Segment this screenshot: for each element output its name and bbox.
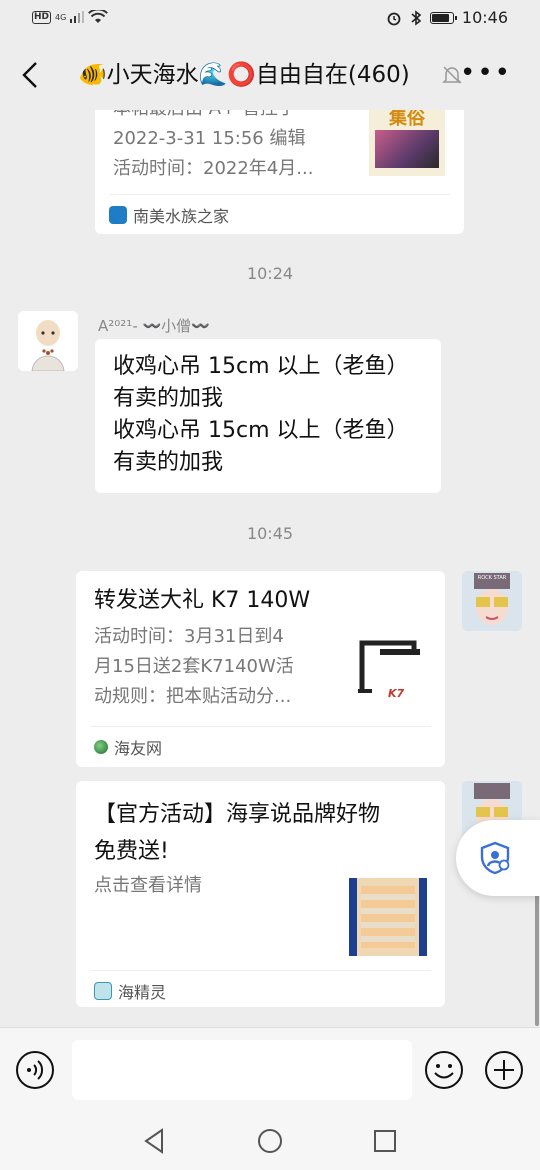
card3-desc-line-1: 活动时间：3月31日到4 (94, 626, 284, 647)
link-card-4[interactable]: 【官方活动】海享说品牌好物 免费送! 点击查看详情 海精灵 (76, 781, 445, 1007)
scrollbar[interactable] (535, 890, 539, 1026)
avatar-caption: ROCK STAR (477, 575, 507, 581)
nav-recents-icon[interactable] (370, 1126, 400, 1156)
card4-source-label: 海精灵 (118, 983, 167, 1002)
card4-source: 海精灵 (94, 979, 166, 1003)
self-avatar[interactable]: ROCK STAR (462, 571, 522, 631)
card4-divider (90, 970, 431, 971)
message-line-1: 收鸡心吊 15cm 以上（老鱼） (113, 354, 409, 379)
card3-thumb-text: K7 (388, 687, 405, 700)
alarm-icon (387, 12, 401, 25)
system-nav-bar (0, 1112, 540, 1170)
timestamp-2: 10:45 (246, 524, 294, 543)
back-arrow-icon[interactable] (18, 58, 44, 92)
card4-title-line-1: 【官方活动】海享说品牌好物 (94, 802, 381, 827)
input-bar (0, 1027, 540, 1113)
card1-divider (109, 194, 450, 195)
link-card-1[interactable]: 本帖最后由 A+ 管控于 2022-3-31 15:56 编辑 活动时间：202… (95, 110, 464, 234)
card3-divider (90, 726, 431, 727)
card1-thumb-photo (375, 130, 439, 168)
sender-name: A²⁰²¹- 〰️小僧〰️ (98, 317, 210, 335)
avatar[interactable] (18, 311, 78, 371)
card1-title-partial: 本帖最后由 A+ 管控于 (113, 110, 296, 124)
card3-desc-line-2: 月15日送2套K7140W活 (94, 656, 294, 677)
wifi-icon (88, 10, 109, 23)
card3-title: 转发送大礼 K7 140W (94, 588, 311, 613)
status-left: HD 4G (32, 10, 109, 24)
shield-user-icon (480, 841, 510, 875)
card3-thumbnail: K7 (352, 629, 430, 707)
signal-icon (70, 11, 85, 23)
source-icon (109, 206, 127, 224)
link-card-3[interactable]: 转发送大礼 K7 140W 活动时间：3月31日到4 月15日送2套K7140W… (76, 571, 445, 767)
card4-thumbnail (349, 878, 427, 956)
plus-icon[interactable] (484, 1050, 524, 1090)
status-right: 10:46 (386, 8, 508, 27)
text-message-bubble[interactable]: 收鸡心吊 15cm 以上（老鱼） 有卖的加我 收鸡心吊 15cm 以上（老鱼） … (95, 339, 441, 493)
status-time: 10:46 (461, 8, 508, 27)
floating-security-button[interactable] (456, 820, 540, 896)
status-bar: HD 4G 10:46 (0, 0, 540, 38)
card1-source: 南美水族之家 (109, 203, 229, 227)
timestamp-1: 10:24 (246, 264, 294, 283)
card1-activity-line: 活动时间：2022年4月... (113, 158, 314, 179)
card1-thumbnail: 集俗 (369, 110, 445, 176)
nav-home-icon[interactable] (255, 1126, 285, 1156)
source-icon (94, 982, 112, 1000)
monk-avatar-icon (18, 311, 78, 371)
message-line-4: 有卖的加我 (113, 450, 224, 475)
chat-messages[interactable]: 本帖最后由 A+ 管控于 2022-3-31 15:56 编辑 活动时间：202… (0, 110, 540, 1027)
chat-header: 🐠小天海水🌊⭕自由自在(460) ••• (0, 40, 540, 110)
source-icon (94, 740, 108, 754)
more-icon[interactable]: ••• (460, 56, 512, 90)
card1-source-label: 南美水族之家 (133, 207, 230, 226)
card1-edit-line: 2022-3-31 15:56 编辑 (113, 128, 306, 149)
battery-icon (429, 11, 457, 24)
message-line-2: 有卖的加我 (113, 386, 224, 411)
card1-thumb-text: 集俗 (389, 110, 425, 129)
voice-icon[interactable] (15, 1050, 55, 1090)
nav-back-icon[interactable] (140, 1126, 170, 1156)
emoji-icon[interactable] (424, 1050, 464, 1090)
chat-title: 🐠小天海水🌊⭕自由自在(460) (78, 62, 410, 88)
bluetooth-icon (411, 9, 422, 26)
hd-badge: HD (32, 10, 52, 24)
message-input[interactable] (72, 1040, 412, 1100)
card4-title-line-2: 免费送! (94, 839, 169, 864)
card3-source-label: 海友网 (114, 739, 163, 758)
card3-desc-line-3: 动规则：把本贴活动分... (94, 686, 292, 707)
card4-thumb-overlay (361, 886, 415, 948)
card4-desc: 点击查看详情 (94, 875, 202, 896)
card3-source: 海友网 (94, 735, 162, 759)
message-line-3: 收鸡心吊 15cm 以上（老鱼） (113, 418, 409, 443)
network-label: 4G (55, 12, 67, 22)
